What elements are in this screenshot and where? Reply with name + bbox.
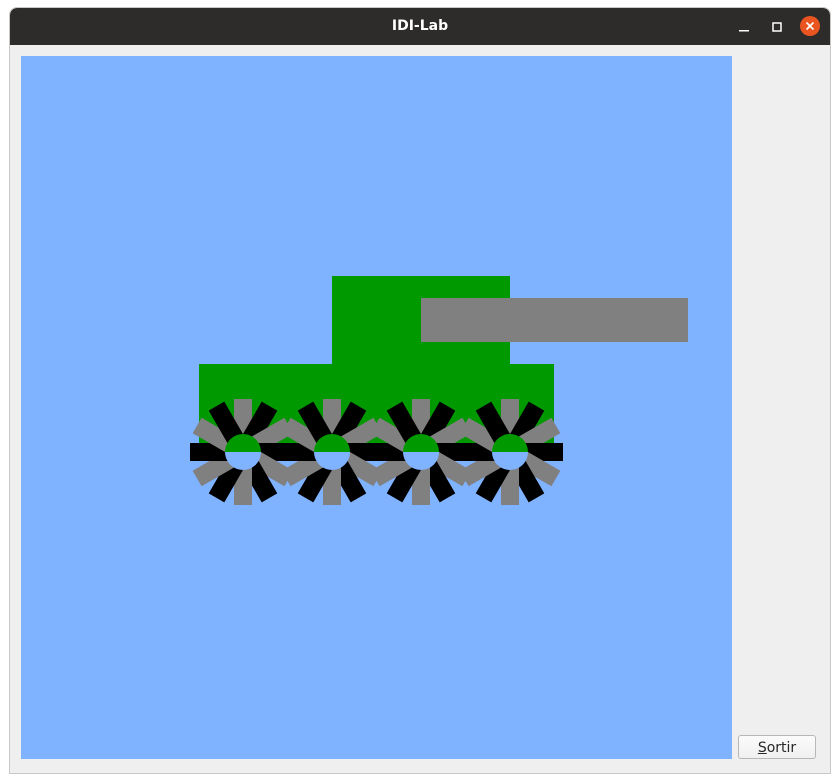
tank-cannon xyxy=(421,298,688,342)
sortir-label: ortir xyxy=(766,740,797,756)
minimize-icon xyxy=(739,30,749,32)
opengl-canvas[interactable] xyxy=(21,56,732,759)
title-bar[interactable]: IDI-Lab xyxy=(10,8,830,45)
sortir-mnemonic: S xyxy=(757,740,767,756)
window-title: IDI-Lab xyxy=(391,18,449,34)
app-window: IDI-Lab Sortir xyxy=(10,8,830,773)
maximize-icon xyxy=(772,22,782,32)
tank-scene xyxy=(190,276,688,505)
maximize-button[interactable] xyxy=(767,17,787,37)
close-button[interactable] xyxy=(800,16,820,36)
minimize-button[interactable] xyxy=(734,17,754,37)
close-icon xyxy=(805,21,815,31)
sortir-button[interactable]: Sortir xyxy=(738,735,816,759)
